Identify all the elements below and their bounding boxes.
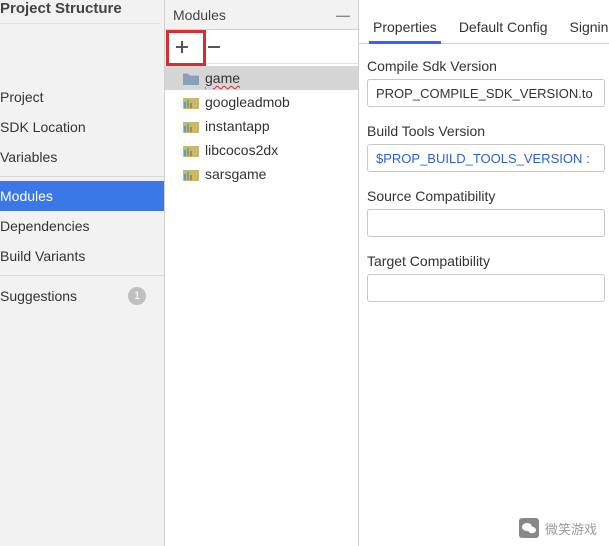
tree-item-libcocos2dx[interactable]: libcocos2dx <box>165 138 358 162</box>
modules-header: Modules — <box>165 0 358 30</box>
sidebar-item-variables[interactable]: Variables <box>0 142 164 172</box>
suggestions-label: Suggestions <box>0 288 77 304</box>
remove-module-button[interactable] <box>203 36 225 58</box>
sidebar-item-modules[interactable]: Modules <box>0 181 164 211</box>
module-name: sarsgame <box>205 166 266 182</box>
suggestions-badge: 1 <box>128 287 146 305</box>
build-tools-input[interactable]: $PROP_BUILD_TOOLS_VERSION : <box>367 144 605 172</box>
sidebar: Project Structure Project SDK Location V… <box>0 0 165 546</box>
module-icon <box>183 144 199 157</box>
tab-properties[interactable]: Properties <box>363 13 447 43</box>
source-compat-input[interactable] <box>367 209 605 237</box>
properties-panel: Properties Default Config Signing Compil… <box>359 0 609 546</box>
modules-title: Modules <box>173 7 226 23</box>
tree-item-googleadmob[interactable]: googleadmob <box>165 90 358 114</box>
add-module-button[interactable] <box>171 36 193 58</box>
watermark-text: 微笑游戏 <box>545 519 597 538</box>
sidebar-item-build-variants[interactable]: Build Variants <box>0 241 164 271</box>
module-name: game <box>205 70 240 86</box>
tab-bar: Properties Default Config Signing <box>359 0 609 44</box>
divider <box>0 176 164 177</box>
module-tree: game googleadmob instantapp libcocos2dx … <box>165 64 358 188</box>
module-name: libcocos2dx <box>205 142 278 158</box>
module-name: googleadmob <box>205 94 290 110</box>
properties-form: Compile Sdk Version PROP_COMPILE_SDK_VER… <box>359 44 609 302</box>
window-title: Project Structure <box>0 0 164 23</box>
sidebar-item-sdk-location[interactable]: SDK Location <box>0 112 164 142</box>
watermark: 微笑游戏 <box>519 518 597 538</box>
compile-sdk-label: Compile Sdk Version <box>367 58 605 74</box>
build-tools-label: Build Tools Version <box>367 123 605 139</box>
sidebar-item-suggestions[interactable]: Suggestions 1 <box>0 280 164 312</box>
module-icon <box>183 168 199 181</box>
sidebar-nav: Project SDK Location Variables Modules D… <box>0 82 164 312</box>
tab-default-config[interactable]: Default Config <box>449 13 558 43</box>
compile-sdk-input[interactable]: PROP_COMPILE_SDK_VERSION.to <box>367 79 605 107</box>
sidebar-item-project[interactable]: Project <box>0 82 164 112</box>
target-compat-input[interactable] <box>367 274 605 302</box>
wechat-icon <box>519 518 539 538</box>
tree-item-sarsgame[interactable]: sarsgame <box>165 162 358 186</box>
divider <box>0 275 164 276</box>
module-icon <box>183 120 199 133</box>
target-compat-label: Target Compatibility <box>367 253 605 269</box>
modules-panel: Modules — game googleadmob instantapp <box>165 0 359 546</box>
module-name: instantapp <box>205 118 270 134</box>
folder-icon <box>183 72 199 85</box>
tab-signing[interactable]: Signing <box>560 13 609 43</box>
sidebar-item-dependencies[interactable]: Dependencies <box>0 211 164 241</box>
source-compat-label: Source Compatibility <box>367 188 605 204</box>
tree-item-instantapp[interactable]: instantapp <box>165 114 358 138</box>
tree-item-game[interactable]: game <box>165 66 358 90</box>
modules-toolbar <box>165 30 358 64</box>
module-icon <box>183 96 199 109</box>
minimize-icon[interactable]: — <box>336 7 350 23</box>
